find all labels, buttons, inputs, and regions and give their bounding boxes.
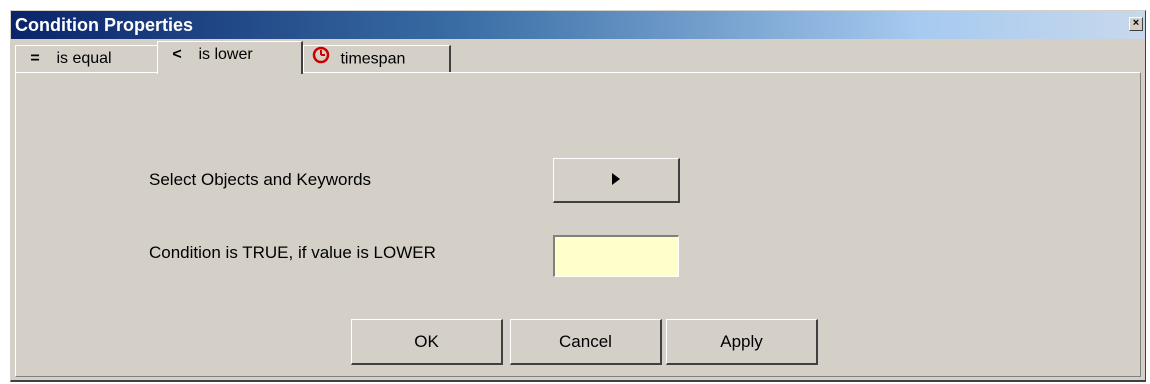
window-title: Condition Properties	[15, 15, 194, 35]
close-icon: ×	[1132, 17, 1140, 29]
title-bar: Condition Properties ×	[11, 11, 1145, 39]
tab-label: is equal	[56, 50, 112, 67]
tab-timespan[interactable]: timespan	[303, 45, 451, 73]
condition-properties-dialog: Condition Properties × = is equal < is l…	[10, 10, 1146, 382]
less-than-icon: <	[172, 46, 182, 63]
equals-icon: =	[30, 50, 40, 67]
ok-button[interactable]: OK	[351, 319, 503, 365]
cancel-button[interactable]: Cancel	[510, 319, 662, 365]
close-button[interactable]: ×	[1129, 17, 1143, 31]
tab-label: timespan	[340, 50, 406, 68]
tab-strip: = is equal < is lower timespan	[15, 41, 1143, 74]
condition-value-input[interactable]	[555, 237, 678, 276]
tab-is-lower[interactable]: < is lower	[157, 41, 303, 74]
arrow-right-icon	[612, 173, 620, 185]
tab-is-equal[interactable]: = is equal	[15, 45, 159, 73]
apply-button[interactable]: Apply	[666, 319, 818, 365]
condition-value-field[interactable]	[553, 235, 679, 277]
tab-label: is lower	[198, 46, 253, 63]
condition-label: Condition is TRUE, if value is LOWER	[149, 243, 436, 262]
select-objects-label: Select Objects and Keywords	[149, 170, 372, 189]
tab-panel-is-lower: Select Objects and Keywords Condition is…	[15, 72, 1141, 377]
select-objects-button[interactable]	[553, 158, 680, 203]
clock-icon	[312, 46, 330, 73]
